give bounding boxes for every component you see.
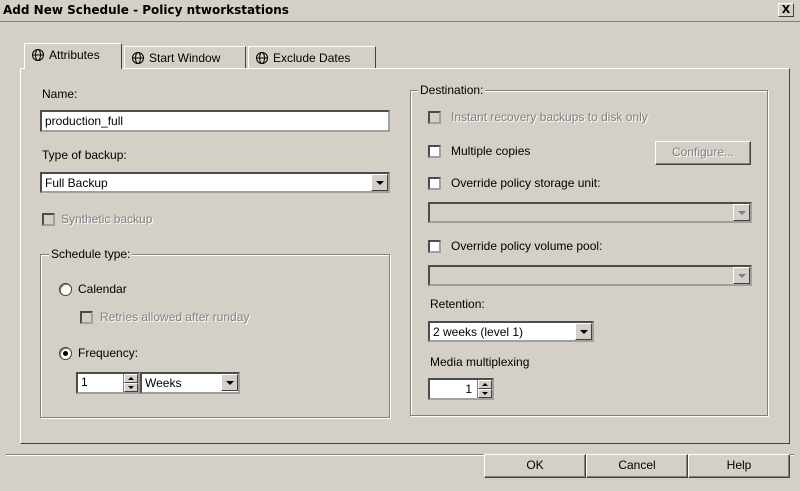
override-storage-label: Override policy storage unit: — [451, 176, 601, 190]
ok-button[interactable]: OK — [484, 454, 586, 478]
gear-globe-icon — [132, 52, 144, 64]
synthetic-backup-checkbox[interactable] — [42, 213, 55, 226]
multiple-copies-label: Multiple copies — [451, 144, 531, 158]
override-pool-checkbox[interactable] — [428, 240, 441, 253]
frequency-spinner[interactable] — [123, 374, 138, 392]
tab-start-window-label: Start Window — [149, 51, 221, 65]
chevron-down-icon[interactable] — [221, 374, 238, 391]
chevron-down-icon[interactable] — [371, 174, 388, 191]
tab-start-window[interactable]: Start Window — [124, 46, 246, 68]
multiple-copies-checkbox[interactable] — [428, 145, 441, 158]
multiplexing-label: Media multiplexing — [430, 355, 530, 369]
chevron-down-icon[interactable] — [575, 323, 592, 340]
type-of-backup-label: Type of backup: — [42, 148, 127, 162]
frequency-value: 1 — [81, 375, 88, 389]
help-button[interactable]: Help — [688, 454, 790, 478]
name-label: Name: — [42, 87, 78, 101]
tab-exclude-dates[interactable]: Exclude Dates — [248, 46, 376, 68]
retention-select[interactable]: 2 weeks (level 1) — [428, 321, 594, 342]
destination-title: Destination: — [418, 83, 486, 97]
retries-checkbox[interactable] — [80, 311, 93, 324]
calendar-radio[interactable] — [59, 283, 72, 296]
frequency-label: Frequency: — [78, 346, 139, 360]
storage-unit-select[interactable] — [428, 202, 752, 223]
retention-label: Retention: — [430, 297, 485, 311]
configure-button[interactable]: Configure... — [655, 141, 751, 165]
multiplexing-spinner[interactable] — [477, 380, 492, 398]
spin-down-icon[interactable] — [124, 383, 138, 392]
spin-up-icon[interactable] — [478, 380, 492, 389]
title-bar: Add New Schedule - Policy ntworkstations… — [0, 0, 800, 22]
schedule-type-title: Schedule type: — [49, 247, 133, 261]
frequency-unit-value: Weeks — [145, 376, 182, 390]
chevron-down-icon[interactable] — [733, 267, 750, 284]
volume-pool-select[interactable] — [428, 265, 752, 286]
instant-recovery-checkbox[interactable] — [428, 111, 441, 124]
type-of-backup-select[interactable]: Full Backup — [40, 172, 390, 193]
synthetic-backup-label: Synthetic backup — [61, 212, 153, 226]
tab-attributes[interactable]: Attributes — [24, 43, 122, 69]
override-storage-checkbox[interactable] — [428, 177, 441, 190]
type-of-backup-value: Full Backup — [45, 176, 108, 190]
multiplexing-value: 1 — [465, 382, 472, 396]
override-pool-label: Override policy volume pool: — [451, 239, 603, 253]
tab-attributes-label: Attributes — [49, 48, 100, 62]
spin-up-icon[interactable] — [124, 374, 138, 383]
frequency-input[interactable]: 1 — [76, 372, 140, 394]
frequency-radio[interactable] — [59, 347, 72, 360]
name-input[interactable]: production_full — [40, 110, 390, 132]
cancel-button[interactable]: Cancel — [586, 454, 688, 478]
instant-recovery-label: Instant recovery backups to disk only — [451, 110, 648, 124]
gear-globe-icon — [32, 49, 44, 61]
spin-down-icon[interactable] — [478, 389, 492, 398]
close-button[interactable]: X — [778, 3, 794, 17]
chevron-down-icon[interactable] — [733, 204, 750, 221]
retention-value: 2 weeks (level 1) — [433, 325, 524, 339]
gear-globe-icon — [256, 52, 268, 64]
window-title: Add New Schedule - Policy ntworkstations — [3, 3, 289, 17]
multiplexing-input[interactable]: 1 — [428, 378, 494, 400]
retries-label: Retries allowed after runday — [100, 310, 250, 324]
add-schedule-dialog: Add New Schedule - Policy ntworkstations… — [0, 0, 800, 491]
calendar-label: Calendar — [78, 282, 127, 296]
tab-exclude-dates-label: Exclude Dates — [273, 51, 351, 65]
frequency-unit-select[interactable]: Weeks — [140, 372, 240, 394]
